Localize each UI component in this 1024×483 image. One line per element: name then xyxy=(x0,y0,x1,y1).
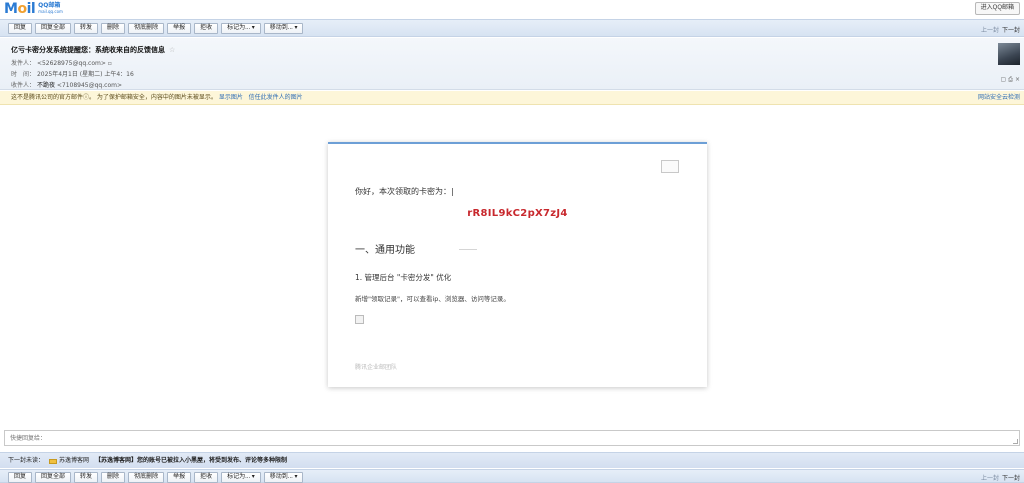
next-mail-link[interactable]: 下一封 xyxy=(1002,25,1020,34)
greeting-text: 你好，本次领取的卡密为：| xyxy=(355,187,454,196)
star-icon[interactable]: ☆ xyxy=(169,46,175,54)
security-scan-link[interactable]: 网站安全云检测 xyxy=(978,91,1020,105)
feature-item-title: 1. 管理后台 "卡密分发" 优化 xyxy=(355,273,452,282)
permanent-delete-button[interactable]: 彻底删除 xyxy=(128,472,165,483)
quick-reply-box xyxy=(4,430,1020,446)
logo-mail-text: Moil xyxy=(4,1,36,17)
mail-subject: 亿亏卡密分发系统提醒您：系统收来自的反馈信息 ☆ xyxy=(11,46,176,54)
next-sender[interactable]: 苏逸博客网 xyxy=(49,453,89,469)
delete-button[interactable]: 删除 xyxy=(101,23,126,34)
action-toolbar-bottom: 回复 回复全部 转发 删除 彻底删除 举报 拒收 标记为... ▾ 移动到... ▾ 上一封 下… xyxy=(0,469,1024,483)
next-unread-label: 下一封未读： xyxy=(8,457,45,464)
reply-button[interactable]: 回复 xyxy=(8,23,33,34)
forward-button[interactable]: 转发 xyxy=(74,472,99,483)
forward-button[interactable]: 转发 xyxy=(74,23,99,34)
action-toolbar-top: 回复 回复全部 转发 删除 彻底删除 举报 拒收 标记为... ▾ 移动到... ▾ 上一封 下… xyxy=(0,19,1024,37)
mail-nav: 上一封 下一封 xyxy=(981,473,1020,482)
logo-url-text: mail.qq.com xyxy=(38,9,63,14)
section-title: 一、通用功能 xyxy=(355,245,415,256)
security-warning-bar: 这不是腾讯公司的官方邮件ⓘ。 为了保护邮箱安全，内容中的图片未被显示。 显示图片… xyxy=(0,91,1024,105)
next-unread-bar: 下一封未读： 苏逸博客网 【苏逸博客网】您的账号已被拉入小黑屋，将受到发布、评论… xyxy=(0,452,1024,468)
mail-header: 亿亏卡密分发系统提醒您：系统收来自的反馈信息 ☆ 发件人： <52628975@… xyxy=(0,38,1024,90)
warning-text: 这不是腾讯公司的官方邮件ⓘ。 为了保护邮箱安全，内容中的图片未被显示。 xyxy=(11,94,217,101)
time-value: 2025年4月1日 (星期二) 上午4：16 xyxy=(36,71,134,78)
reject-button[interactable]: 拒收 xyxy=(194,472,219,483)
email-card: 你好，本次领取的卡密为：| rR8IL9kC2pX7zJ4 一、通用功能 1. … xyxy=(328,142,707,387)
feature-item-desc: 新增"领取记录"，可以查看ip、浏览器、访问等记录。 xyxy=(355,295,510,303)
toolbar-buttons: 回复 回复全部 转发 删除 彻底删除 举报 拒收 标记为... ▾ 移动到... ▾ xyxy=(8,23,304,34)
email-footer: 腾讯企业邮团队 xyxy=(355,364,398,371)
mark-as-dropdown[interactable]: 标记为... ▾ xyxy=(221,472,261,483)
envelope-icon xyxy=(49,458,57,464)
mail-body: 你好，本次领取的卡密为：| rR8IL9kC2pX7zJ4 一、通用功能 1. … xyxy=(0,106,1024,424)
quick-reply-input[interactable] xyxy=(5,431,1019,445)
collapse-icon[interactable]: × xyxy=(1015,76,1020,84)
delete-button[interactable]: 删除 xyxy=(101,472,126,483)
qq-mail-logo[interactable]: Moil QQ邮箱 mail.qq.com xyxy=(4,2,63,16)
header-tools: ▢ ⎙ × xyxy=(1000,76,1020,84)
to-row: 收件人： 不跪夜 <7108945@qq.com> xyxy=(11,82,122,89)
from-address[interactable]: <52628975@qq.com> xyxy=(37,60,106,67)
report-button[interactable]: 举报 xyxy=(167,23,192,34)
broken-image-icon xyxy=(661,160,679,173)
section-divider xyxy=(459,249,477,250)
prev-mail-link[interactable]: 上一封 xyxy=(981,473,999,482)
reply-button[interactable]: 回复 xyxy=(8,472,33,483)
to-name[interactable]: 不跪夜 xyxy=(37,82,55,89)
broken-image-icon xyxy=(355,315,364,324)
top-bar: Moil QQ邮箱 mail.qq.com 进入QQ邮箱 xyxy=(0,0,1024,18)
mail-nav: 上一封 下一封 xyxy=(981,25,1020,34)
from-row: 发件人： <52628975@qq.com> ▫ xyxy=(11,60,112,67)
permanent-delete-button[interactable]: 彻底删除 xyxy=(128,23,165,34)
print-icon[interactable]: ⎙ xyxy=(1008,76,1013,84)
enter-qq-mail-button[interactable]: 进入QQ邮箱 xyxy=(974,2,1020,15)
report-button[interactable]: 举报 xyxy=(167,472,192,483)
to-address[interactable]: <7108945@qq.com> xyxy=(57,82,122,89)
mark-as-dropdown[interactable]: 标记为... ▾ xyxy=(221,23,261,34)
move-to-dropdown[interactable]: 移动到... ▾ xyxy=(263,472,304,483)
sender-avatar[interactable] xyxy=(998,43,1020,65)
toolbar-buttons: 回复 回复全部 转发 删除 彻底删除 举报 拒收 标记为... ▾ 移动到... ▾ xyxy=(8,472,304,483)
show-images-link[interactable]: 显示图片 xyxy=(219,94,243,101)
move-to-dropdown[interactable]: 移动到... ▾ xyxy=(263,23,304,34)
prev-mail-link[interactable]: 上一封 xyxy=(981,25,999,34)
contact-card-icon[interactable]: ▫ xyxy=(108,60,112,67)
reply-all-button[interactable]: 回复全部 xyxy=(35,472,72,483)
reply-all-button[interactable]: 回复全部 xyxy=(35,23,72,34)
window-icon[interactable]: ▢ xyxy=(1000,76,1006,84)
card-code: rR8IL9kC2pX7zJ4 xyxy=(467,208,568,219)
next-mail-link[interactable]: 下一封 xyxy=(1002,473,1020,482)
reject-button[interactable]: 拒收 xyxy=(194,23,219,34)
next-mail-subject[interactable]: 【苏逸博客网】您的账号已被拉入小黑屋，将受到发布、评论等多种限制 xyxy=(95,453,287,469)
trust-sender-link[interactable]: 信任此发件人的图片 xyxy=(249,94,303,101)
time-row: 时 间： 2025年4月1日 (星期二) 上午4：16 xyxy=(11,71,134,78)
